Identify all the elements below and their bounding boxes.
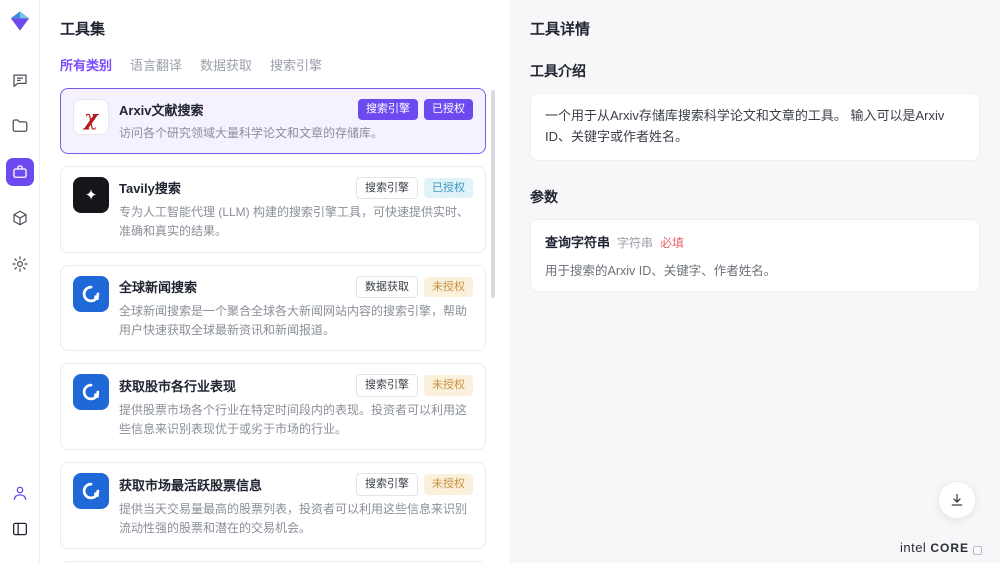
tool-card-tavily[interactable]: ✦ Tavily搜索 搜索引擎 已授权 专为人工智能代理 (LLM) 构建的搜索… xyxy=(60,166,486,253)
tool-card-sector-performance[interactable]: 获取股市各行业表现 搜索引擎 未授权 提供股票市场各个行业在特定时间段内的表现。… xyxy=(60,363,486,450)
stock-icon xyxy=(73,473,109,509)
core-brand-text: CORE xyxy=(930,541,969,555)
auth-badge: 未授权 xyxy=(424,375,473,396)
tool-description: 提供当天交易量最高的股票列表，投资者可以利用这些信息来识别流动性强的股票和潜在的… xyxy=(119,500,473,538)
category-tabs: 所有类别 语言翻译 数据获取 搜索引擎 xyxy=(60,55,496,74)
auth-badge: 已授权 xyxy=(424,99,473,120)
scrollbar-thumb[interactable] xyxy=(491,90,495,298)
auth-badge: 未授权 xyxy=(424,474,473,495)
tool-list-panel: 工具集 所有类别 语言翻译 数据获取 搜索引擎 χ Arxiv文献搜索 搜索引擎… xyxy=(40,0,510,563)
gear-icon xyxy=(11,255,29,273)
tool-card-most-active-stocks[interactable]: 获取市场最活跃股票信息 搜索引擎 未授权 提供当天交易量最高的股票列表，投资者可… xyxy=(60,462,486,549)
param-description: 用于搜索的Arxiv ID、关键字、作者姓名。 xyxy=(545,260,965,279)
sidebar-item-tools[interactable] xyxy=(6,158,34,186)
sidebar-item-folder[interactable] xyxy=(6,112,34,140)
auth-badge: 未授权 xyxy=(424,277,473,298)
tool-title: 获取股市各行业表现 xyxy=(119,376,350,395)
tool-title: 获取市场最活跃股票信息 xyxy=(119,475,350,494)
briefcase-icon xyxy=(11,163,29,181)
tool-card-global-news[interactable]: 全球新闻搜索 数据获取 未授权 全球新闻搜索是一个聚合全球各大新闻网站内容的搜索… xyxy=(60,265,486,352)
detail-title: 工具详情 xyxy=(530,18,980,39)
download-icon xyxy=(949,492,965,508)
tool-detail-panel: 工具详情 工具介绍 一个用于从Arxiv存储库搜索科学论文和文章的工具。 输入可… xyxy=(510,0,1000,563)
intro-header: 工具介绍 xyxy=(530,61,980,81)
arxiv-icon: χ xyxy=(73,99,109,135)
category-badge: 搜索引擎 xyxy=(356,374,418,397)
core-badge-box xyxy=(973,546,982,555)
tool-description: 提供股票市场各个行业在特定时间段内的表现。投资者可以利用这些信息来识别表现优于或… xyxy=(119,401,473,439)
tool-card-arxiv[interactable]: χ Arxiv文献搜索 搜索引擎 已授权 访问各个研究领域大量科学论文和文章的存… xyxy=(60,88,486,154)
download-button[interactable] xyxy=(938,481,976,519)
tool-title: Arxiv文献搜索 xyxy=(119,100,352,119)
param-type: 字符串 xyxy=(617,234,653,251)
tool-title: 全球新闻搜索 xyxy=(119,277,350,296)
intel-brand-text: intel xyxy=(900,540,926,555)
user-icon xyxy=(11,484,29,502)
tab-search-engine[interactable]: 搜索引擎 xyxy=(270,55,322,74)
app-logo-icon xyxy=(9,10,31,32)
intro-text: 一个用于从Arxiv存储库搜索科学论文和文章的工具。 输入可以是Arxiv ID… xyxy=(545,106,965,148)
tavily-icon: ✦ xyxy=(73,177,109,213)
category-badge: 数据获取 xyxy=(356,276,418,299)
intro-card: 一个用于从Arxiv存储库搜索科学论文和文章的工具。 输入可以是Arxiv ID… xyxy=(530,93,980,161)
stock-icon xyxy=(73,374,109,410)
sidebar-item-settings[interactable] xyxy=(6,250,34,278)
intel-core-logo: intel CORE xyxy=(900,540,982,555)
sidebar-item-user[interactable] xyxy=(6,479,34,507)
param-required-flag: 必填 xyxy=(660,234,684,251)
box-icon xyxy=(11,209,29,227)
tool-description: 访问各个研究领域大量科学论文和文章的存储库。 xyxy=(119,124,473,143)
panel-toggle-icon xyxy=(11,520,29,538)
left-icon-rail xyxy=(0,0,40,563)
tool-title: Tavily搜索 xyxy=(119,178,350,197)
sidebar-item-chat[interactable] xyxy=(6,66,34,94)
tool-card-list: χ Arxiv文献搜索 搜索引擎 已授权 访问各个研究领域大量科学论文和文章的存… xyxy=(60,88,496,563)
params-header: 参数 xyxy=(530,187,980,207)
tool-list-title: 工具集 xyxy=(60,18,496,39)
category-badge: 搜索引擎 xyxy=(356,473,418,496)
tab-all-categories[interactable]: 所有类别 xyxy=(60,55,112,74)
sidebar-item-panel-toggle[interactable] xyxy=(6,515,34,543)
tool-description: 全球新闻搜索是一个聚合全球各大新闻网站内容的搜索引擎，帮助用户快速获取全球最新资… xyxy=(119,302,473,340)
category-badge: 搜索引擎 xyxy=(356,177,418,200)
category-badge: 搜索引擎 xyxy=(358,99,418,120)
folder-icon xyxy=(11,117,29,135)
chat-icon xyxy=(11,71,29,89)
tab-data-fetch[interactable]: 数据获取 xyxy=(200,55,252,74)
tool-description: 专为人工智能代理 (LLM) 构建的搜索引擎工具，可快速提供实时、准确和真实的结… xyxy=(119,203,473,241)
auth-badge: 已授权 xyxy=(424,178,473,199)
news-icon xyxy=(73,276,109,312)
tab-translation[interactable]: 语言翻译 xyxy=(130,55,182,74)
param-name: 查询字符串 xyxy=(545,232,610,251)
sidebar-item-packages[interactable] xyxy=(6,204,34,232)
param-card: 查询字符串 字符串 必填 用于搜索的Arxiv ID、关键字、作者姓名。 xyxy=(530,219,980,292)
